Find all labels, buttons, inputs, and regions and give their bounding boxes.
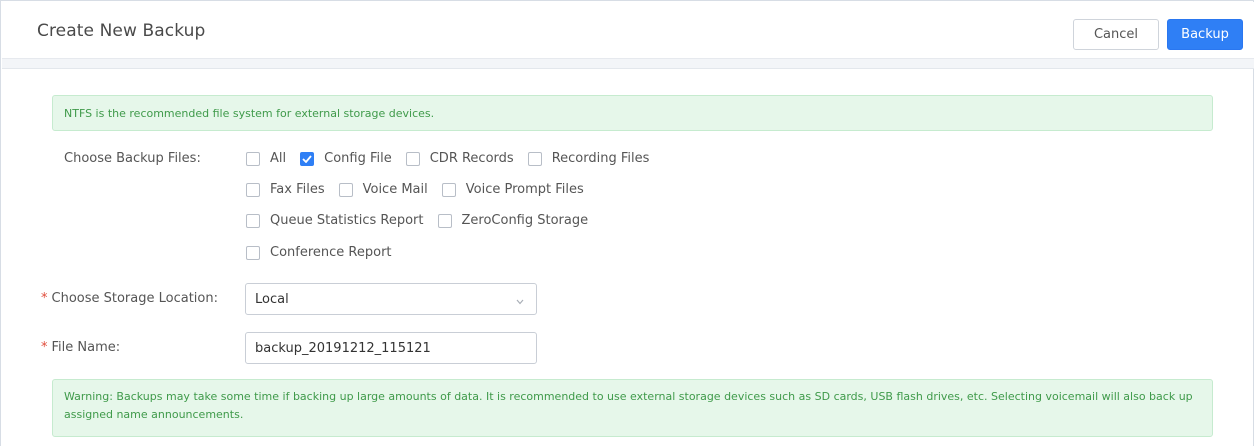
- backup-button[interactable]: Backup: [1167, 19, 1243, 50]
- checkbox-box[interactable]: [405, 151, 420, 166]
- checkbox-box[interactable]: [246, 151, 260, 166]
- storage-location-select[interactable]: Local: [245, 283, 537, 315]
- page-title: Create New Backup: [37, 21, 206, 41]
- file-name-label: * File Name:: [41, 340, 120, 355]
- checkbox-fax-files[interactable]: Fax Files: [246, 182, 325, 197]
- checkbox-cdr-records[interactable]: CDR Records: [405, 151, 514, 166]
- checkbox-label: Recording Files: [551, 151, 650, 166]
- checkbox-box[interactable]: [441, 182, 456, 197]
- checkbox-all[interactable]: All: [246, 151, 286, 166]
- notice-warning: Warning: Backups may take some time if b…: [52, 379, 1213, 437]
- checkbox-box[interactable]: [437, 213, 452, 228]
- checkbox-label: Voice Mail: [362, 182, 428, 197]
- checkbox-box[interactable]: [300, 151, 315, 166]
- checkbox-zeroconfig-storage[interactable]: ZeroConfig Storage: [437, 213, 589, 228]
- storage-location-label: * Choose Storage Location:: [41, 291, 218, 306]
- checkbox-box[interactable]: [246, 245, 260, 260]
- checkbox-queue-statistics-report[interactable]: Queue Statistics Report: [246, 213, 424, 228]
- storage-location-label-text: Choose Storage Location:: [51, 291, 219, 306]
- checkbox-label: Voice Prompt Files: [465, 182, 584, 197]
- checkbox-conference-report[interactable]: Conference Report: [246, 245, 392, 260]
- cancel-button[interactable]: Cancel: [1073, 19, 1159, 50]
- backup-files-row-4: Conference Report: [246, 245, 406, 260]
- storage-location-value: Local: [255, 291, 289, 307]
- checkbox-box[interactable]: [246, 182, 260, 197]
- checkbox-recording-files[interactable]: Recording Files: [527, 151, 650, 166]
- checkbox-box[interactable]: [338, 182, 353, 197]
- backup-files-row-1: All Config File CDR Records Recording Fi…: [246, 151, 663, 166]
- checkbox-config-file[interactable]: Config File: [300, 151, 392, 166]
- backup-files-row-3: Queue Statistics Report ZeroConfig Stora…: [246, 213, 602, 228]
- notice-ntfs: NTFS is the recommended file system for …: [52, 95, 1213, 131]
- required-mark: *: [41, 291, 48, 306]
- checkbox-label: Conference Report: [270, 245, 392, 260]
- checkbox-label: CDR Records: [429, 151, 514, 166]
- checkbox-label: Fax Files: [270, 182, 325, 197]
- checkbox-box[interactable]: [246, 213, 260, 228]
- file-name-input[interactable]: [245, 332, 537, 364]
- checkbox-label: Config File: [324, 151, 392, 166]
- backup-files-label: Choose Backup Files:: [64, 151, 201, 166]
- chevron-down-icon: [516, 294, 524, 309]
- checkbox-voice-mail[interactable]: Voice Mail: [338, 182, 428, 197]
- checkbox-box[interactable]: [527, 151, 542, 166]
- file-name-label-text: File Name:: [51, 340, 121, 355]
- panel-header: Create New Backup Cancel Backup: [2, 2, 1254, 59]
- checkbox-voice-prompt-files[interactable]: Voice Prompt Files: [441, 182, 584, 197]
- checkbox-label: All: [270, 151, 287, 166]
- required-mark: *: [41, 340, 48, 355]
- header-divider: [2, 59, 1254, 69]
- checkbox-label: Queue Statistics Report: [270, 213, 424, 228]
- backup-files-row-2: Fax Files Voice Mail Voice Prompt Files: [246, 182, 598, 197]
- checkbox-label: ZeroConfig Storage: [461, 213, 589, 228]
- backup-panel: Create New Backup Cancel Backup NTFS is …: [0, 0, 1254, 446]
